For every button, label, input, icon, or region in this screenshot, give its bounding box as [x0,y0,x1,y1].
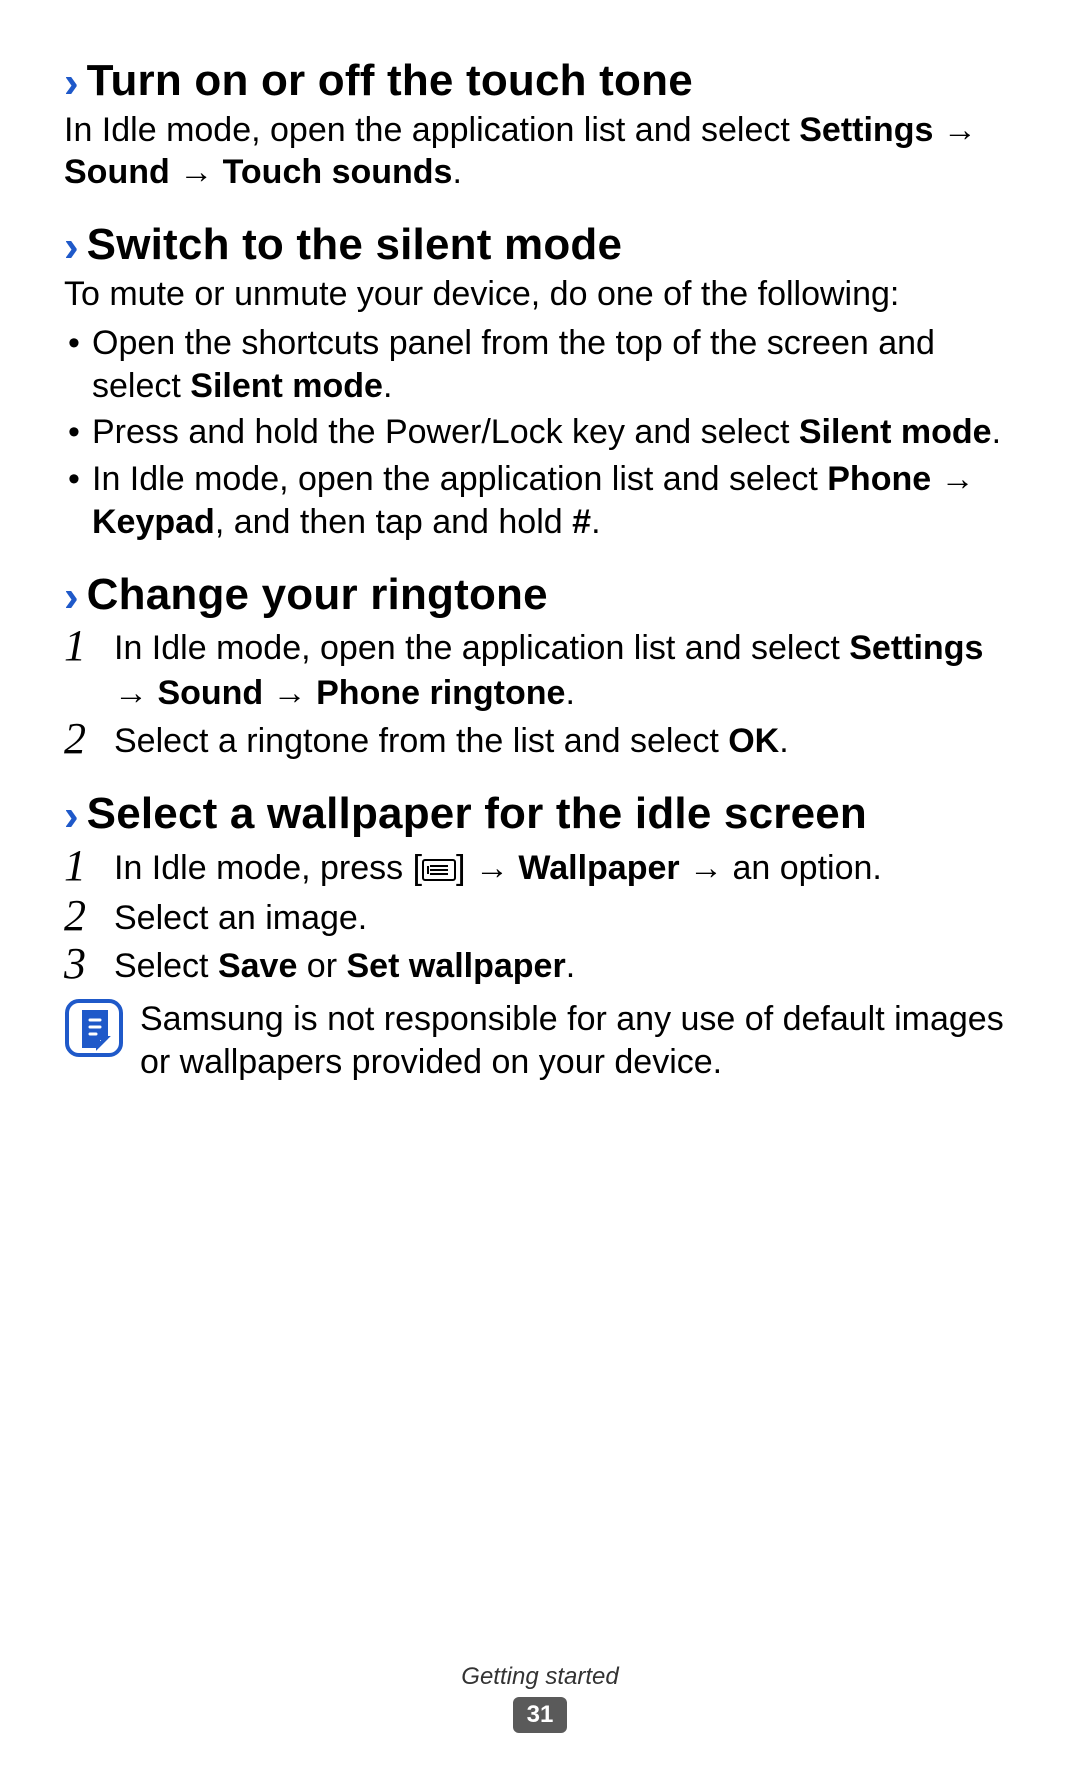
section-heading: › Turn on or off the touch tone [64,56,1016,107]
text: In Idle mode, open the application list … [114,629,849,667]
bullet-item: In Idle mode, open the application list … [64,458,1016,544]
bold-text: Sound [157,674,263,712]
section-heading: › Switch to the silent mode [64,220,1016,271]
text: Select [114,947,218,985]
step-item: 2 Select an image. [64,896,1016,940]
menu-key-icon [422,848,456,892]
text: . [992,413,1001,451]
bold-text: Settings [799,111,933,149]
page-footer: Getting started 31 [0,1663,1080,1733]
step-item: 2 Select a ringtone from the list and se… [64,719,1016,763]
step-item: 3 Select Save or Set wallpaper. [64,944,1016,988]
text: Press and hold the Power/Lock key and se… [92,413,799,451]
bold-text: Set wallpaper [346,947,565,985]
step-item: 1 In Idle mode, press [ ] → Wallpaper → a… [64,846,1016,892]
bold-text: Keypad [92,503,215,541]
text: or [297,947,346,985]
page-number-badge: 31 [513,1697,568,1733]
text: . [452,153,461,191]
bold-text: Phone ringtone [316,674,565,712]
text: . [779,722,788,760]
section-intro: To mute or unmute your device, do one of… [64,273,1016,316]
bold-text: Silent mode [799,413,992,451]
chevron-icon: › [64,794,79,838]
step-number: 2 [64,894,100,938]
text: In Idle mode, open the application list … [64,111,799,149]
section-ringtone: › Change your ringtone 1 In Idle mode, o… [64,570,1016,763]
section-title: Switch to the silent mode [87,220,623,271]
bullet-item: Press and hold the Power/Lock key and se… [64,411,1016,454]
bold-text: Save [218,947,297,985]
step-number: 1 [64,844,100,888]
step-number: 2 [64,717,100,761]
section-heading: › Change your ringtone [64,570,1016,621]
text: → an option. [680,849,882,887]
section-title: Change your ringtone [87,570,548,621]
bullet-list: Open the shortcuts panel from the top of… [64,322,1016,544]
section-touch-tone: › Turn on or off the touch tone In Idle … [64,56,1016,194]
section-wallpaper: › Select a wallpaper for the idle screen… [64,789,1016,1084]
step-text: Select a ringtone from the list and sele… [114,719,1016,763]
chevron-icon: › [64,61,79,105]
section-silent-mode: › Switch to the silent mode To mute or u… [64,220,1016,544]
step-list: 1 In Idle mode, open the application lis… [64,626,1016,763]
text: → [933,111,976,149]
section-heading: › Select a wallpaper for the idle screen [64,789,1016,840]
bold-text: Touch sounds [223,153,453,191]
manual-page: › Turn on or off the touch tone In Idle … [0,0,1080,1771]
step-text: In Idle mode, press [ ] → Wallpaper → an … [114,846,1016,892]
chevron-icon: › [64,575,79,619]
bold-text: Settings [849,629,983,667]
text: → [114,674,157,712]
section-title: Turn on or off the touch tone [87,56,693,107]
text: ] → [456,849,518,887]
step-list: 1 In Idle mode, press [ ] → Wallpaper → a… [64,846,1016,989]
step-number: 3 [64,942,100,986]
note-icon [64,998,124,1058]
bold-text: Sound [64,153,170,191]
text: → [170,153,223,191]
text: In Idle mode, press [ [114,849,422,887]
step-text: Select Save or Set wallpaper. [114,944,1016,988]
text: . [566,947,575,985]
text: , and then tap and hold [215,503,572,541]
text: . [591,503,600,541]
step-text: In Idle mode, open the application list … [114,626,1016,714]
chevron-icon: › [64,225,79,269]
bold-text: # [572,503,591,541]
step-item: 1 In Idle mode, open the application lis… [64,626,1016,714]
text: Select a ringtone from the list and sele… [114,722,728,760]
text: . [565,674,574,712]
bold-text: Silent mode [190,367,383,405]
step-text: Select an image. [114,896,1016,940]
bold-text: OK [728,722,779,760]
text: → [263,674,316,712]
bold-text: Wallpaper [518,849,679,887]
bullet-item: Open the shortcuts panel from the top of… [64,322,1016,408]
chapter-label: Getting started [0,1663,1080,1691]
text: . [383,367,392,405]
note-text: Samsung is not responsible for any use o… [140,998,1016,1084]
text: In Idle mode, open the application list … [92,460,827,498]
section-body: In Idle mode, open the application list … [64,109,1016,195]
note-row: Samsung is not responsible for any use o… [64,998,1016,1084]
section-title: Select a wallpaper for the idle screen [87,789,867,840]
step-number: 1 [64,624,100,668]
text: → [931,460,974,498]
bold-text: Phone [827,460,931,498]
